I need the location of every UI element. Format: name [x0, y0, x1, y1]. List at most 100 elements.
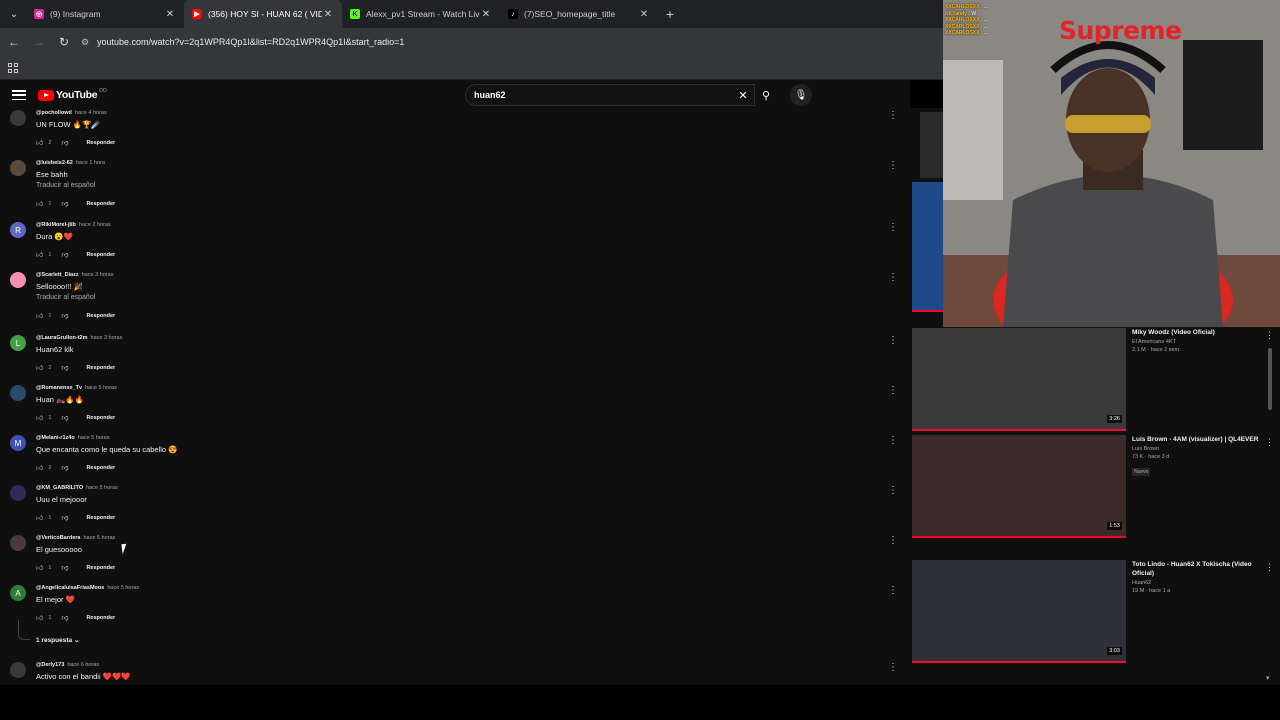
- view-replies-button[interactable]: 1 respuesta ⌄: [36, 636, 79, 644]
- comment-author[interactable]: @VerticoBardera: [36, 535, 81, 541]
- like-icon[interactable]: 👍︎: [36, 250, 43, 259]
- tab-2[interactable]: K Alexx_pv1 Stream - Watch Live ✕: [342, 0, 500, 28]
- comment-more-icon[interactable]: ⋮: [888, 160, 898, 171]
- like-icon[interactable]: 👍︎: [36, 613, 43, 622]
- partial-thumbnail[interactable]: [920, 112, 943, 178]
- microphone-icon[interactable]: 🎙: [790, 84, 812, 106]
- avatar[interactable]: [10, 485, 26, 501]
- comment-author[interactable]: @RikiMorel-jlib: [36, 222, 76, 228]
- tab-search-button[interactable]: ⌄: [2, 4, 26, 24]
- comment-time[interactable]: hace 1 hora: [76, 160, 105, 166]
- comment-more-icon[interactable]: ⋮: [888, 485, 898, 496]
- dislike-icon[interactable]: 👎︎: [61, 138, 68, 147]
- dislike-icon[interactable]: 👎︎: [61, 250, 68, 259]
- comment-time[interactable]: hace 4 horas: [75, 110, 107, 116]
- comment-author[interactable]: @LauraGrullon-t2m: [36, 335, 88, 341]
- video-more-icon[interactable]: ⋮: [1265, 437, 1274, 448]
- tab-3[interactable]: ♪ (7)SEO_homepage_title ✕: [500, 0, 658, 28]
- comment-author[interactable]: @pochollowd: [36, 110, 72, 116]
- video-thumbnail[interactable]: 3:26: [912, 328, 1126, 431]
- comment-more-icon[interactable]: ⋮: [888, 585, 898, 596]
- like-icon[interactable]: 👍︎: [36, 138, 43, 147]
- reply-button[interactable]: Responder: [86, 313, 115, 319]
- dislike-icon[interactable]: 👎︎: [61, 563, 68, 572]
- close-tab-icon[interactable]: ✕: [480, 9, 492, 20]
- comment-more-icon[interactable]: ⋮: [888, 385, 898, 396]
- avatar[interactable]: [10, 160, 26, 176]
- video-title[interactable]: Miky Woodz (Video Oficial): [1132, 328, 1272, 337]
- video-title[interactable]: Luis Brown - 4AM (visualizer) | QL4EVER: [1132, 435, 1272, 444]
- avatar[interactable]: M: [10, 435, 26, 451]
- dislike-icon[interactable]: 👎︎: [61, 413, 68, 422]
- like-icon[interactable]: 👍︎: [36, 199, 43, 208]
- reply-button[interactable]: Responder: [86, 565, 115, 571]
- dislike-icon[interactable]: 👎︎: [61, 363, 68, 372]
- like-icon[interactable]: 👍︎: [36, 413, 43, 422]
- dislike-icon[interactable]: 👎︎: [61, 463, 68, 472]
- comment-more-icon[interactable]: ⋮: [888, 272, 898, 283]
- dislike-icon[interactable]: 👎︎: [61, 513, 68, 522]
- video-more-icon[interactable]: ⋮: [1265, 330, 1274, 341]
- channel-name[interactable]: Huan62: [1132, 580, 1272, 586]
- menu-icon[interactable]: [12, 90, 26, 100]
- comment-author[interactable]: @Melani-r1z4o: [36, 435, 75, 441]
- reply-button[interactable]: Responder: [86, 515, 115, 521]
- translate-link[interactable]: Traducir al español: [36, 294, 95, 301]
- avatar[interactable]: A: [10, 585, 26, 601]
- comment-time[interactable]: hace 5 horas: [86, 485, 118, 491]
- close-tab-icon[interactable]: ✕: [322, 9, 334, 20]
- comment-time[interactable]: hace 5 horas: [78, 435, 110, 441]
- video-info[interactable]: Luis Brown - 4AM (visualizer) | QL4EVER L…: [1132, 435, 1272, 478]
- reply-button[interactable]: Responder: [86, 465, 115, 471]
- comment-time[interactable]: hace 5 horas: [107, 585, 139, 591]
- comment-more-icon[interactable]: ⋮: [888, 435, 898, 446]
- reply-button[interactable]: Responder: [86, 415, 115, 421]
- avatar[interactable]: [10, 535, 26, 551]
- reply-button[interactable]: Responder: [86, 140, 115, 146]
- video-thumbnail[interactable]: 3:03: [912, 560, 1126, 663]
- comment-time[interactable]: hace 3 horas: [91, 335, 123, 341]
- comment-time[interactable]: hace 3 horas: [82, 272, 114, 278]
- comment-time[interactable]: hace 5 horas: [84, 535, 116, 541]
- reload-button[interactable]: ↻: [53, 31, 75, 53]
- rail-scrollbar[interactable]: [1268, 348, 1272, 410]
- avatar[interactable]: L: [10, 335, 26, 351]
- avatar[interactable]: R: [10, 222, 26, 238]
- channel-name[interactable]: Luis Brown: [1132, 446, 1272, 452]
- comment-author[interactable]: @KM_GABRILITO: [36, 485, 83, 491]
- video-info[interactable]: Miky Woodz (Video Oficial) El Americano 4…: [1132, 328, 1272, 353]
- dislike-icon[interactable]: 👎︎: [61, 199, 68, 208]
- youtube-logo[interactable]: YouTube DO: [38, 88, 107, 101]
- like-icon[interactable]: 👍︎: [36, 563, 43, 572]
- comment-author[interactable]: @Derly173: [36, 662, 64, 668]
- avatar[interactable]: [10, 662, 26, 678]
- translate-link[interactable]: Traducir al español: [36, 182, 95, 189]
- dislike-icon[interactable]: 👎︎: [61, 311, 68, 320]
- comment-more-icon[interactable]: ⋮: [888, 535, 898, 546]
- tab-1[interactable]: ▶ (356) HOY SI - HUAN 62 ( VIDE ✕: [184, 0, 342, 28]
- like-icon[interactable]: 👍︎: [36, 311, 43, 320]
- reply-button[interactable]: Responder: [86, 201, 115, 207]
- apps-grid-icon[interactable]: [8, 62, 18, 73]
- like-icon[interactable]: 👍︎: [36, 513, 43, 522]
- avatar[interactable]: [10, 110, 26, 126]
- like-icon[interactable]: 👍︎: [36, 363, 43, 372]
- channel-name[interactable]: El Americano 4KT: [1132, 339, 1272, 345]
- scroll-down-icon[interactable]: ▾: [1266, 674, 1270, 682]
- site-info-icon[interactable]: ⚙: [81, 37, 97, 48]
- comment-more-icon[interactable]: ⋮: [888, 662, 898, 673]
- avatar[interactable]: [10, 385, 26, 401]
- address-bar[interactable]: ⚙ youtube.com/watch?v=2q1WPR4Qp1I&list=R…: [81, 31, 943, 53]
- forward-button[interactable]: →: [28, 31, 50, 53]
- avatar[interactable]: [10, 272, 26, 288]
- close-tab-icon[interactable]: ✕: [638, 9, 650, 20]
- search-box[interactable]: huan62 ✕: [465, 84, 755, 106]
- video-thumbnail[interactable]: 1:53: [912, 435, 1126, 538]
- comment-time[interactable]: hace 2 horas: [79, 222, 111, 228]
- like-icon[interactable]: 👍︎: [36, 463, 43, 472]
- comment-time[interactable]: hace 6 horas: [67, 662, 99, 668]
- tab-0[interactable]: ◎ (9) Instagram ✕: [26, 0, 184, 28]
- comment-author[interactable]: @Romanense_Tv: [36, 385, 82, 391]
- comment-author[interactable]: @luisbeis2-62: [36, 160, 73, 166]
- reply-button[interactable]: Responder: [86, 365, 115, 371]
